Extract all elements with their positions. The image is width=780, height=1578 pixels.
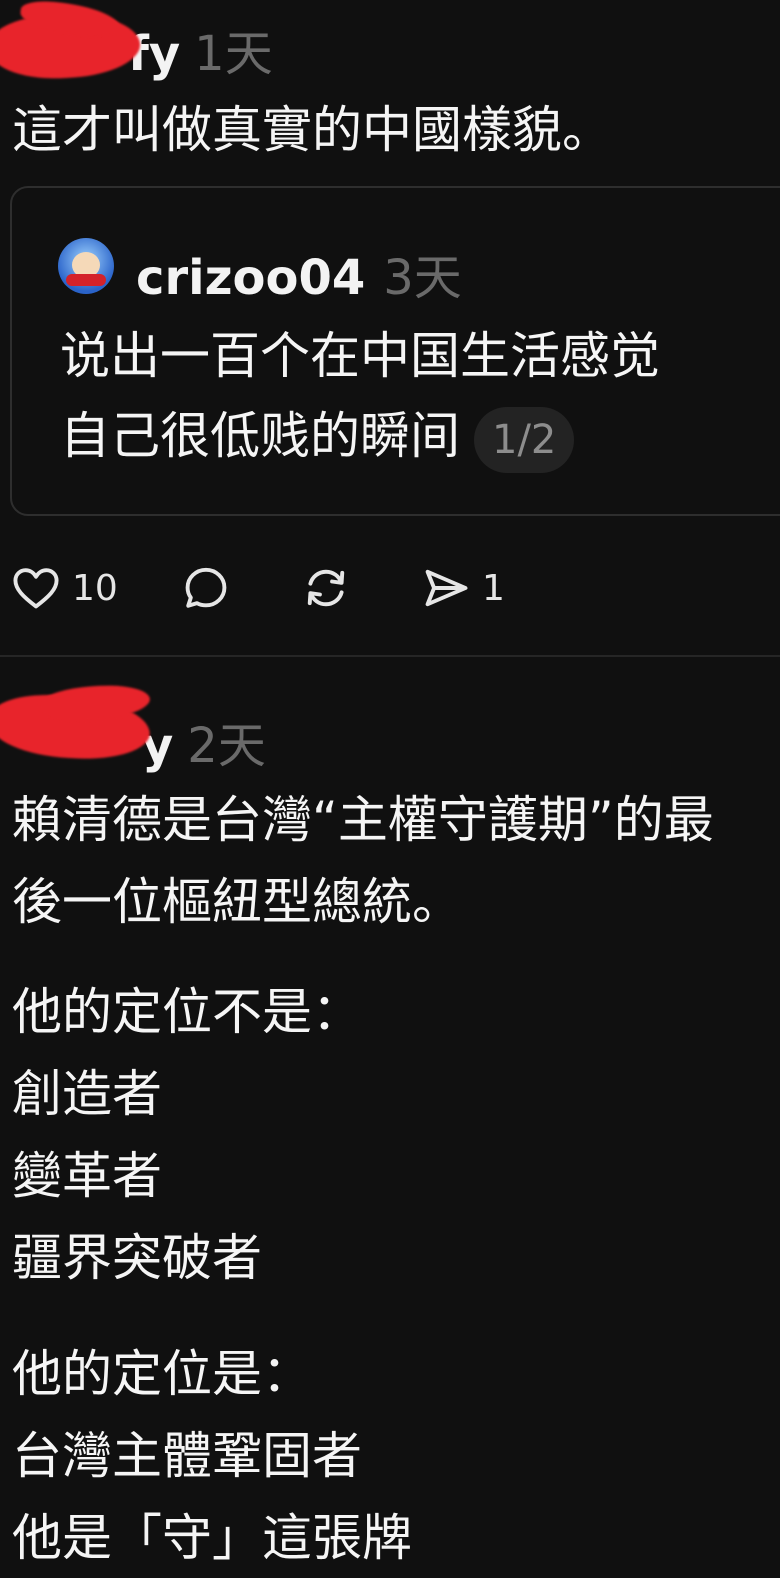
post-divider: [0, 655, 780, 657]
quoted-post-card[interactable]: crizoo04 3天 说出一百个在中国生活感觉 自己很低贱的瞬间 1/2: [10, 186, 780, 516]
post2-line: 他的定位是：: [12, 1345, 312, 1403]
post1-action-bar: 10 1: [0, 556, 780, 620]
like-button[interactable]: 10: [10, 556, 118, 620]
repost-icon: [307, 569, 345, 607]
send-icon: [425, 569, 468, 607]
quoted-text-line2: 自己很低贱的瞬间: [60, 407, 460, 465]
heart-icon: [13, 568, 59, 609]
post2-line: 疆界突破者: [12, 1229, 262, 1287]
share-count: 1: [482, 567, 505, 609]
post2-line: 他的定位不是：: [12, 983, 362, 1041]
quoted-timestamp: 3天: [383, 250, 462, 306]
repost-button[interactable]: [300, 556, 352, 620]
quoted-username[interactable]: crizoo04: [136, 250, 365, 306]
post1-text: 這才叫做真實的中國樣貌。: [12, 101, 612, 159]
post2-line: 變革者: [12, 1147, 162, 1205]
avatar[interactable]: [58, 238, 114, 294]
post2-line: 創造者: [12, 1065, 162, 1123]
quoted-text: 说出一百个在中国生活感觉 自己很低贱的瞬间 1/2: [60, 316, 660, 476]
post2-line: 賴清德是台灣“主權守護期”的最: [12, 791, 714, 849]
post1-header: fy 1天: [128, 14, 273, 84]
like-count: 10: [72, 567, 118, 609]
post2-line: 他是「守」這張牌: [12, 1509, 412, 1567]
post1-timestamp: 1天: [194, 26, 273, 82]
comment-button[interactable]: [180, 556, 232, 620]
quoted-text-line1: 说出一百个在中国生活感觉: [60, 327, 660, 385]
post2-line: 後一位樞紐型總統。: [12, 873, 462, 931]
post2-line: 台灣主體鞏固者: [12, 1427, 362, 1485]
post2-timestamp: 2天: [187, 718, 266, 774]
page-indicator-badge: 1/2: [474, 406, 575, 473]
comment-icon: [185, 567, 227, 608]
post2-header: y 2天: [142, 706, 266, 776]
quoted-post-header: crizoo04 3天: [136, 238, 462, 308]
share-button[interactable]: 1: [420, 556, 505, 620]
